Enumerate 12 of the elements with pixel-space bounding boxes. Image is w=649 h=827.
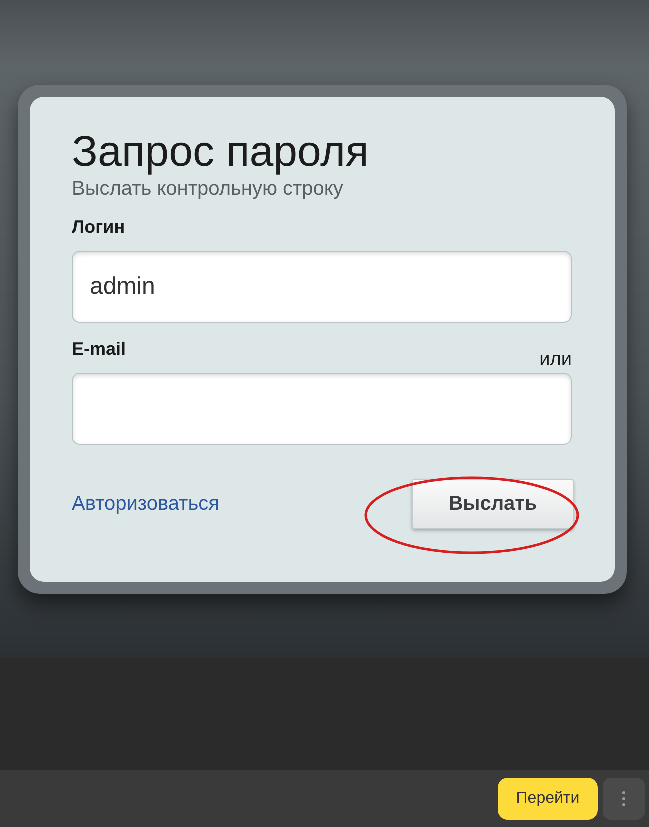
form-title: Запрос пароля xyxy=(72,127,370,178)
send-button[interactable]: Выслать xyxy=(412,479,574,529)
more-button[interactable] xyxy=(603,778,645,820)
login-link[interactable]: Авторизоваться xyxy=(72,492,220,516)
or-label: или xyxy=(540,349,572,371)
form-subtitle: Выслать контрольную строку xyxy=(72,177,344,201)
field-label: Логин xyxy=(72,217,126,238)
go-button[interactable]: Перейти xyxy=(498,778,598,820)
more-icon xyxy=(622,790,626,806)
input-field[interactable] xyxy=(72,373,572,445)
field-label: E-mail xyxy=(72,339,126,360)
input-field[interactable]: admin xyxy=(72,251,572,323)
